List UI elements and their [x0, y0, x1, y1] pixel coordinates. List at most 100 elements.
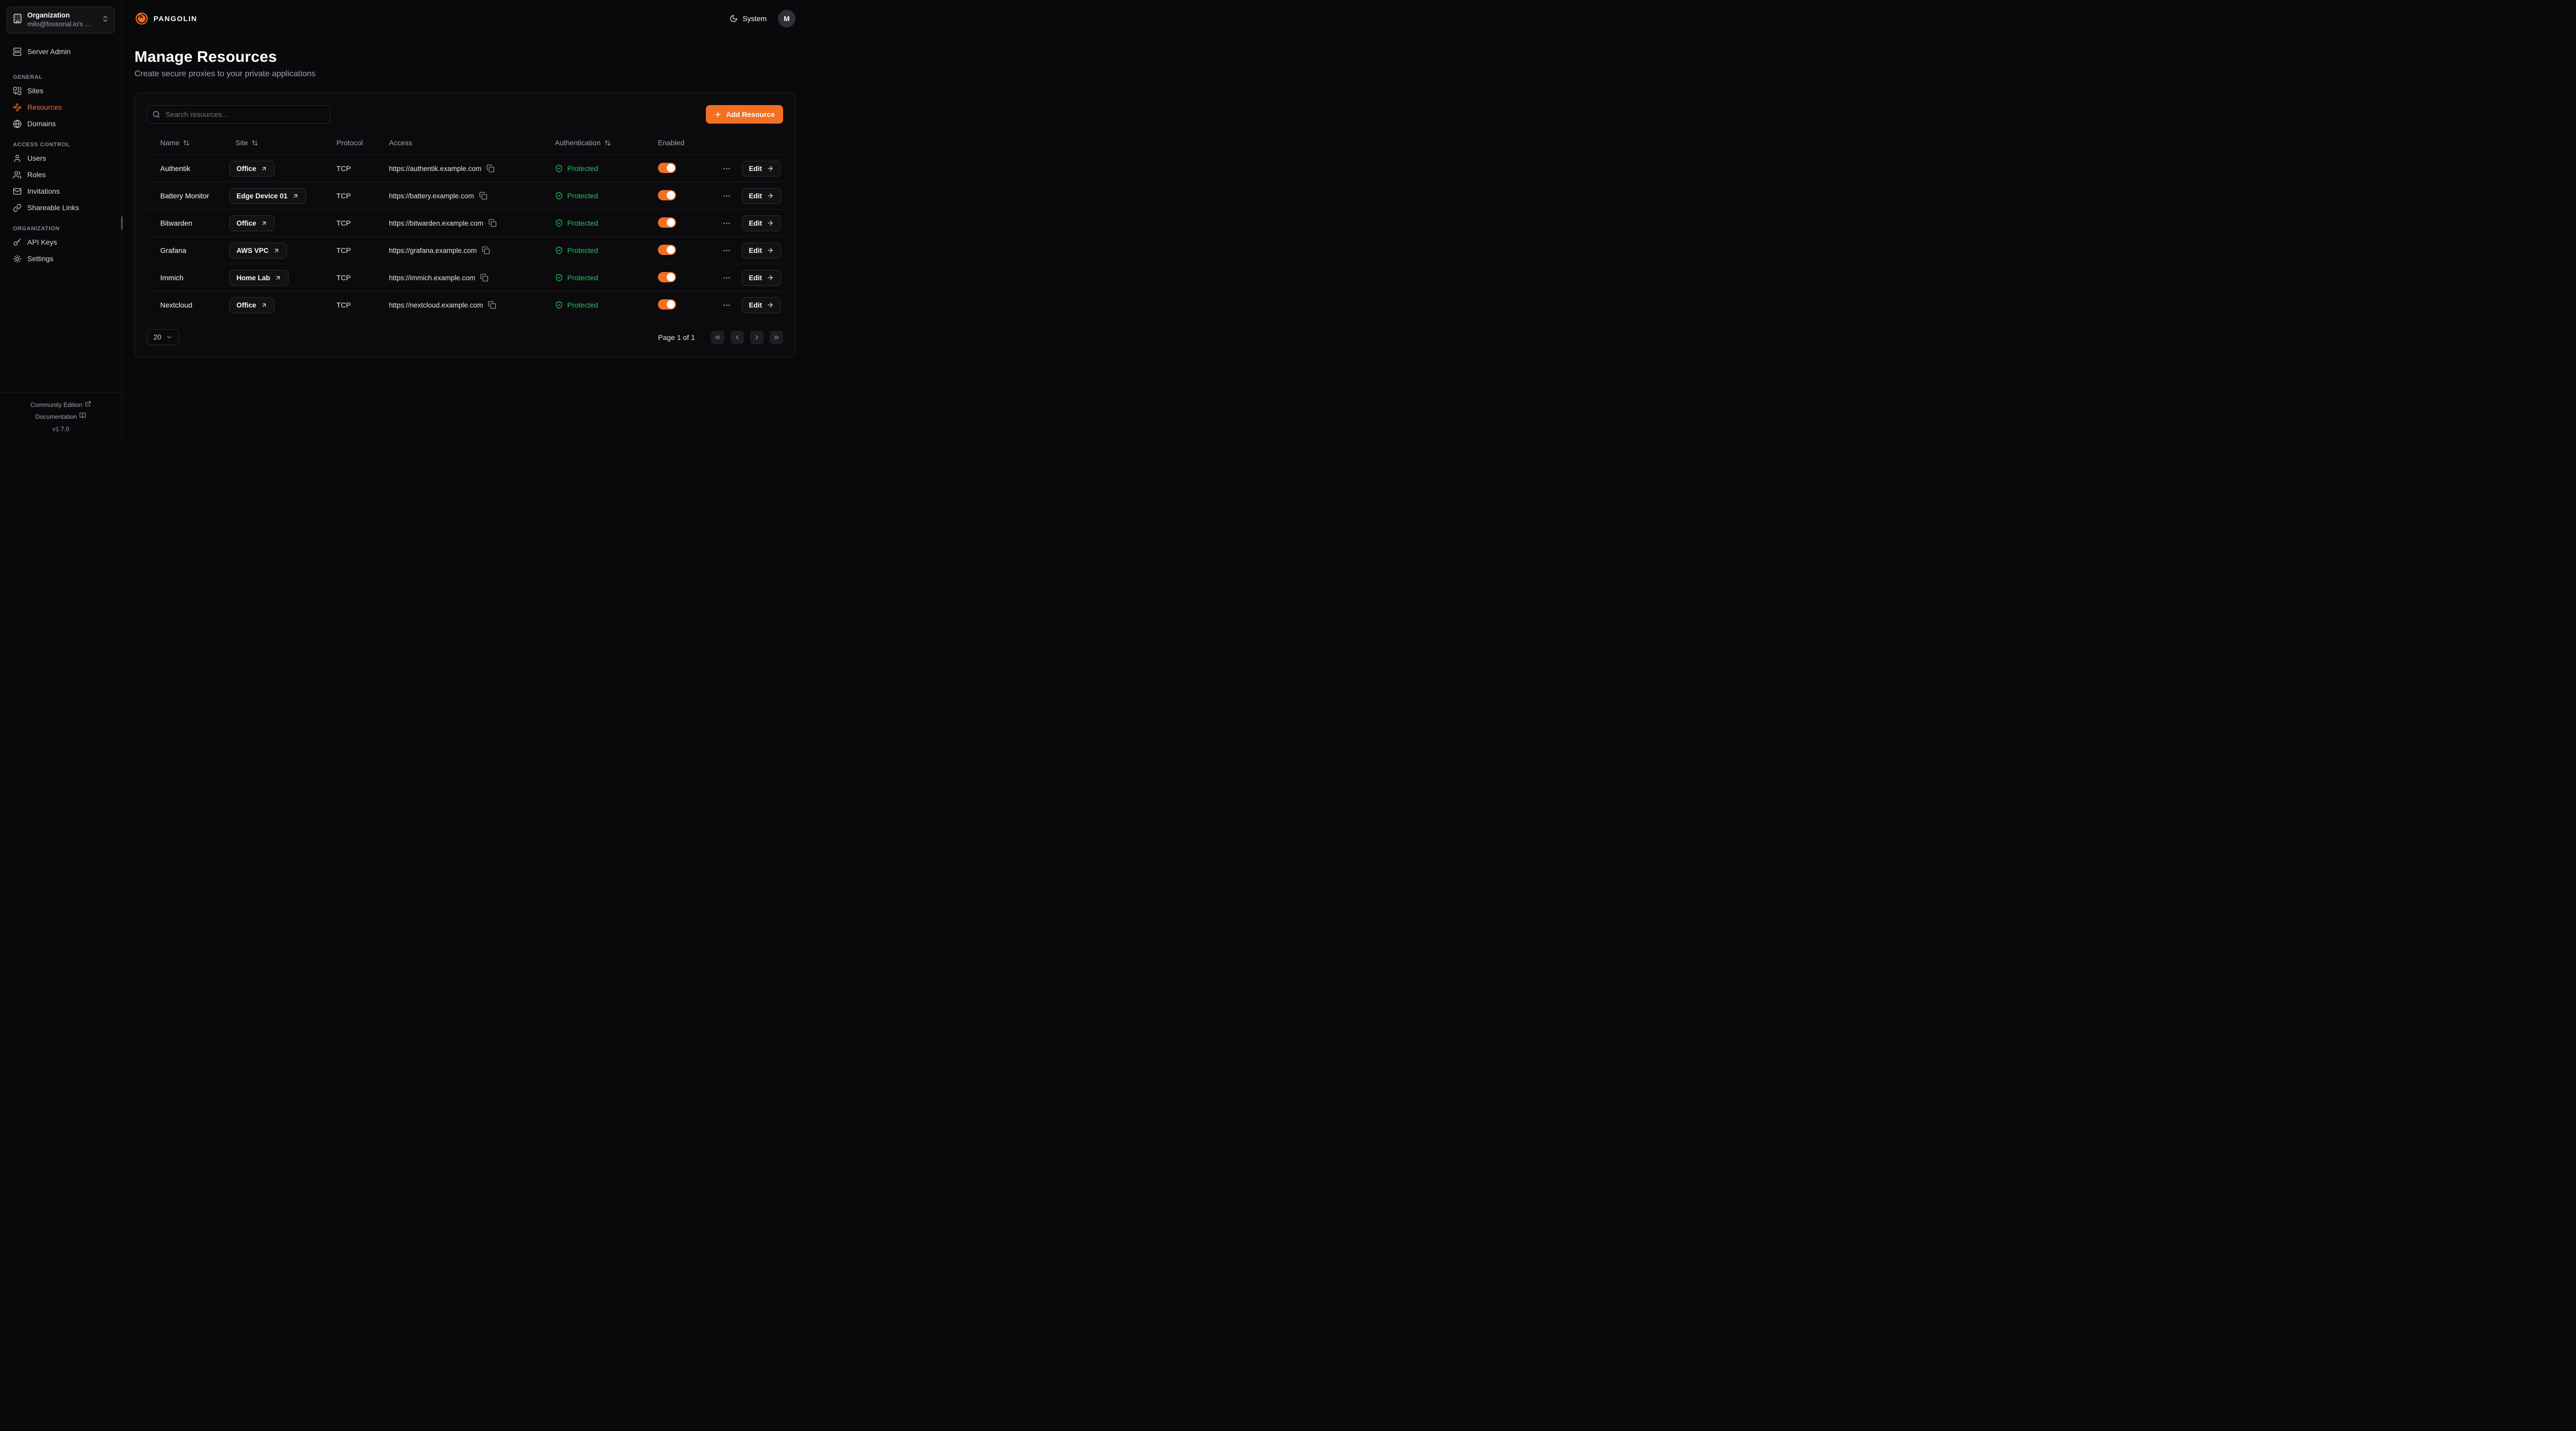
sidebar-item-api-keys[interactable]: API Keys — [7, 234, 115, 250]
column-header-site[interactable]: Site — [229, 139, 336, 147]
avatar[interactable]: M — [778, 10, 795, 27]
topbar: PANGOLIN System M — [122, 0, 808, 37]
sidebar-item-resources[interactable]: Resources — [7, 99, 115, 115]
page-info: Page 1 of 1 — [658, 333, 695, 342]
documentation-link[interactable]: Documentation — [36, 411, 87, 423]
table-row: Battery Monitor Edge Device 01 TCP https… — [147, 182, 783, 209]
arrow-up-right-icon — [273, 247, 280, 254]
chevron-left-icon — [734, 334, 741, 341]
first-page-button[interactable] — [711, 331, 724, 344]
server-icon — [13, 47, 22, 56]
sidebar-item-label: Roles — [27, 171, 46, 179]
sidebar-item-domains[interactable]: Domains — [7, 116, 115, 132]
next-page-button[interactable] — [750, 331, 764, 344]
edit-button[interactable]: Edit — [742, 188, 782, 204]
sidebar-item-server-admin[interactable]: Server Admin — [7, 44, 115, 60]
enabled-toggle[interactable] — [658, 299, 676, 310]
site-name: Edge Device 01 — [236, 192, 287, 200]
previous-page-button[interactable] — [731, 331, 744, 344]
arrow-right-icon — [767, 274, 774, 281]
chevron-down-icon — [166, 334, 173, 340]
copy-icon[interactable] — [479, 192, 487, 200]
row-menu-button[interactable] — [720, 162, 733, 175]
add-resource-button[interactable]: Add Resource — [706, 105, 783, 124]
brand: PANGOLIN — [134, 11, 197, 26]
site-link-button[interactable]: Office — [229, 297, 275, 313]
sort-icon[interactable] — [183, 140, 190, 146]
community-edition-link[interactable]: Community Edition — [30, 399, 91, 411]
sidebar-item-invitations[interactable]: Invitations — [7, 183, 115, 199]
org-selector[interactable]: Organization milo@fossorial.io's ... — [7, 7, 115, 33]
row-menu-button[interactable] — [720, 299, 733, 312]
key-icon — [13, 238, 22, 247]
sites-icon — [13, 87, 22, 95]
last-page-button[interactable] — [770, 331, 783, 344]
toggle-knob — [667, 218, 675, 227]
column-header-enabled: Enabled — [658, 139, 717, 147]
row-menu-button[interactable] — [720, 217, 733, 230]
enabled-toggle[interactable] — [658, 217, 676, 228]
table-body: Authentik Office TCP https://authentik.e… — [147, 155, 783, 318]
resource-protocol: TCP — [336, 246, 389, 254]
copy-icon[interactable] — [482, 246, 490, 254]
page-title: Manage Resources — [134, 48, 795, 66]
edit-button[interactable]: Edit — [742, 243, 782, 259]
page-size-select[interactable]: 20 — [147, 329, 179, 345]
shield-check-icon — [555, 246, 563, 254]
copy-icon[interactable] — [480, 274, 488, 282]
users-icon — [13, 171, 22, 179]
row-menu-button[interactable] — [720, 244, 733, 257]
table-row: Bitwarden Office TCP https://bitwarden.e… — [147, 209, 783, 236]
shield-check-icon — [555, 301, 563, 309]
shield-check-icon — [555, 164, 563, 173]
row-menu-button[interactable] — [720, 271, 733, 284]
enabled-toggle[interactable] — [658, 190, 676, 200]
topbar-right: System M — [730, 10, 795, 27]
sidebar-item-shareable-links[interactable]: Shareable Links — [7, 200, 115, 216]
edit-label: Edit — [749, 247, 762, 254]
site-link-button[interactable]: AWS VPC — [229, 243, 287, 259]
shield-check-icon — [555, 274, 563, 282]
column-header-name[interactable]: Name — [160, 139, 229, 147]
sort-icon[interactable] — [604, 140, 611, 146]
auth-status: Protected — [567, 274, 598, 282]
site-link-button[interactable]: Home Lab — [229, 270, 289, 286]
sidebar-item-roles[interactable]: Roles — [7, 167, 115, 183]
edit-button[interactable]: Edit — [742, 161, 782, 177]
resource-name: Grafana — [160, 246, 229, 254]
sidebar-item-settings[interactable]: Settings — [7, 251, 115, 267]
copy-icon[interactable] — [486, 164, 495, 173]
edit-button[interactable]: Edit — [742, 215, 782, 231]
resource-name: Bitwarden — [160, 219, 229, 227]
copy-icon[interactable] — [488, 219, 497, 227]
edit-button[interactable]: Edit — [742, 297, 782, 313]
moon-icon — [730, 14, 738, 23]
row-menu-button[interactable] — [720, 190, 733, 202]
sidebar-nav: GENERAL Sites Resources Domains ACCES — [0, 60, 122, 267]
resource-protocol: TCP — [336, 164, 389, 173]
main-area: PANGOLIN System M Manage Resources Creat… — [122, 0, 808, 442]
enabled-toggle[interactable] — [658, 163, 676, 173]
theme-selector[interactable]: System — [730, 14, 767, 23]
column-header-authentication[interactable]: Authentication — [555, 139, 658, 147]
toggle-knob — [667, 191, 675, 199]
edit-button[interactable]: Edit — [742, 270, 782, 286]
sidebar-resize-handle[interactable] — [121, 216, 123, 230]
sidebar-item-sites[interactable]: Sites — [7, 83, 115, 99]
copy-icon[interactable] — [488, 301, 496, 309]
enabled-toggle[interactable] — [658, 272, 676, 282]
search-input[interactable] — [147, 105, 330, 124]
sidebar-item-users[interactable]: Users — [7, 150, 115, 166]
column-header-access: Access — [389, 139, 555, 147]
sidebar-item-label: Users — [27, 154, 46, 162]
enabled-toggle[interactable] — [658, 245, 676, 255]
site-link-button[interactable]: Office — [229, 161, 275, 177]
page-content: Manage Resources Create secure proxies t… — [122, 37, 808, 357]
section-title-general: GENERAL — [13, 74, 109, 80]
arrow-up-right-icon — [292, 193, 299, 199]
sort-icon[interactable] — [251, 140, 258, 146]
site-link-button[interactable]: Edge Device 01 — [229, 188, 306, 204]
site-link-button[interactable]: Office — [229, 215, 275, 231]
brand-name: PANGOLIN — [154, 14, 197, 23]
sidebar-item-label: Resources — [27, 103, 62, 111]
